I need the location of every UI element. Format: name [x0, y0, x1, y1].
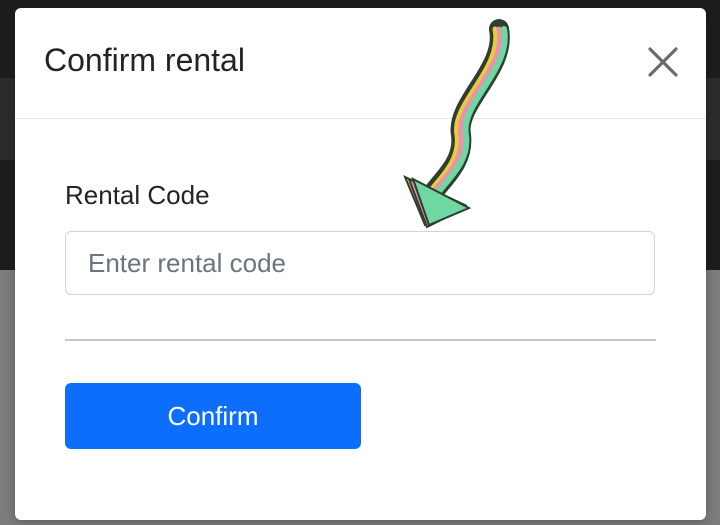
rental-code-label: Rental Code	[65, 180, 210, 210]
confirm-rental-dialog: Confirm rental Rental Code Confirm	[15, 8, 706, 520]
divider	[65, 339, 656, 341]
confirm-button[interactable]: Confirm	[65, 383, 361, 449]
rental-code-input[interactable]	[65, 231, 655, 295]
dialog-title: Confirm rental	[44, 42, 245, 78]
dialog-header: Confirm rental	[15, 8, 706, 119]
close-icon	[648, 47, 678, 77]
close-button[interactable]	[645, 44, 681, 80]
